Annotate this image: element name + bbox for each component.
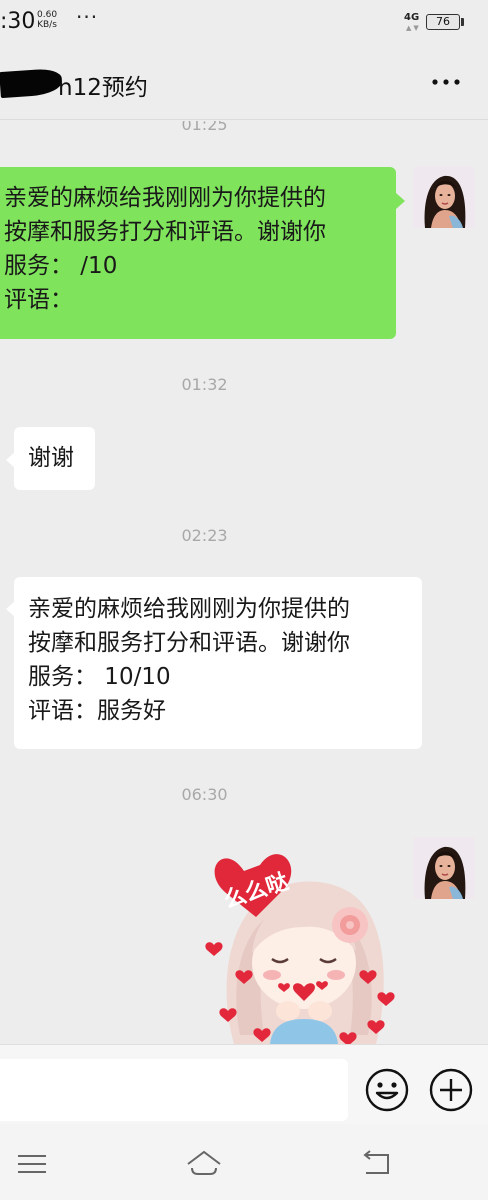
chat-title: n12预约 bbox=[58, 75, 148, 101]
message-input[interactable] bbox=[0, 1059, 348, 1121]
battery-icon: 76 bbox=[426, 14, 460, 30]
battery-tip bbox=[461, 18, 464, 26]
home-button[interactable] bbox=[184, 1146, 224, 1180]
menu-icon bbox=[18, 1155, 46, 1173]
status-bar: :30 0.60 KB/s ··· 4G ▲▼ 76 bbox=[0, 0, 488, 44]
notification-dots-icon: ··· bbox=[76, 5, 99, 29]
message-line: 服务： 10/10 bbox=[28, 664, 171, 690]
network-speed-value: 0.60 bbox=[37, 10, 58, 20]
more-dots-icon bbox=[432, 79, 460, 85]
emoji-button[interactable] bbox=[364, 1067, 410, 1113]
kiss-sticker[interactable]: 么么哒 bbox=[200, 835, 410, 1044]
my-avatar[interactable] bbox=[413, 166, 475, 228]
message-line: 评语： bbox=[4, 287, 73, 313]
message-line: 亲爱的麻烦给我刚刚为你提供的 bbox=[28, 596, 350, 622]
message-line: 评语：服务好 bbox=[28, 698, 166, 724]
incoming-message[interactable]: 亲爱的麻烦给我刚刚为你提供的 按摩和服务打分和评语。谢谢你 服务： 10/10 … bbox=[14, 577, 422, 749]
bubble-tail bbox=[396, 193, 405, 209]
add-button[interactable] bbox=[428, 1067, 474, 1113]
chat-messages[interactable]: 01:25 亲爱的麻烦给我刚刚为你提供的 按摩和服务打分和评语。谢谢你 服务： … bbox=[0, 121, 488, 1044]
chat-header: n12预约 bbox=[0, 44, 488, 120]
outgoing-message[interactable]: 亲爱的麻烦给我刚刚为你提供的 按摩和服务打分和评语。谢谢你 服务： /10 评语… bbox=[0, 167, 396, 339]
time-label: 01:32 bbox=[181, 375, 228, 394]
input-bar bbox=[0, 1044, 488, 1124]
status-time: :30 bbox=[0, 9, 36, 34]
message-line: 亲爱的麻烦给我刚刚为你提供的 bbox=[4, 185, 326, 211]
incoming-message[interactable]: 谢谢 bbox=[14, 427, 95, 490]
back-button[interactable] bbox=[356, 1146, 396, 1180]
time-label: 02:23 bbox=[181, 526, 228, 545]
redacted-name-mark bbox=[0, 67, 63, 99]
avatar-photo-icon bbox=[413, 166, 475, 228]
plus-circle-icon bbox=[429, 1068, 473, 1112]
system-nav-bar bbox=[0, 1124, 488, 1200]
back-icon bbox=[363, 1150, 389, 1174]
avatar-photo-icon bbox=[413, 837, 475, 899]
signal-arrows-icon: ▲▼ bbox=[406, 24, 421, 32]
message-line: 服务： /10 bbox=[4, 253, 118, 279]
my-avatar[interactable] bbox=[413, 837, 475, 899]
time-label: 01:25 bbox=[181, 121, 228, 134]
message-line: 谢谢 bbox=[28, 445, 74, 471]
menu-button[interactable] bbox=[12, 1146, 52, 1180]
network-speed-unit: KB/s bbox=[37, 20, 57, 30]
network-speed: 0.60 KB/s bbox=[37, 10, 57, 30]
more-button[interactable] bbox=[424, 64, 468, 100]
message-line: 按摩和服务打分和评语。谢谢你 bbox=[4, 219, 326, 245]
smiley-icon bbox=[365, 1068, 409, 1112]
home-icon bbox=[187, 1150, 221, 1175]
kiss-sticker-image: 么么哒 bbox=[205, 854, 395, 1044]
time-label: 06:30 bbox=[181, 785, 228, 804]
message-line: 按摩和服务打分和评语。谢谢你 bbox=[28, 630, 350, 656]
network-type: 4G bbox=[404, 12, 420, 23]
